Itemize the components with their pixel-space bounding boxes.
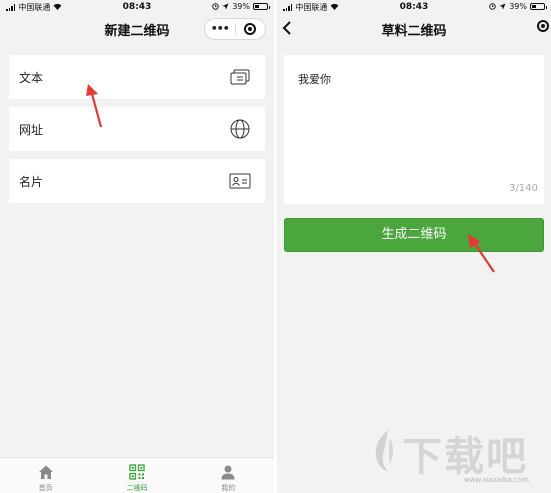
tab-me[interactable]: 我的	[183, 458, 274, 493]
tab-qrcode[interactable]: 二维码	[91, 458, 182, 493]
target-icon[interactable]	[537, 20, 549, 32]
location-icon	[222, 3, 229, 10]
red-arrow-annotation	[86, 84, 103, 128]
tab-bar: 首页 二维码 我的	[0, 457, 274, 493]
tab-label: 我的	[221, 484, 236, 492]
battery-percent: 39%	[232, 2, 250, 11]
globe-icon	[230, 119, 250, 139]
close-button[interactable]	[236, 23, 266, 35]
text-editor[interactable]: 我爱你 3/140	[284, 55, 544, 204]
list-item-label: 网址	[19, 123, 44, 137]
id-card-icon	[229, 173, 251, 189]
watermark: 下载吧 www.xiazaiba.com	[366, 420, 551, 493]
person-icon	[221, 465, 235, 480]
text-cards-icon	[230, 69, 250, 85]
alarm-icon	[212, 3, 219, 10]
tab-label: 首页	[38, 484, 53, 492]
home-icon	[38, 465, 53, 479]
page-title: 草料二维码	[381, 24, 447, 39]
char-counter: 3/140	[509, 183, 538, 194]
battery-percent: 39%	[509, 2, 527, 11]
red-arrow-annotation	[468, 234, 495, 273]
more-dots-icon[interactable]: •••	[205, 19, 235, 39]
nav-bar: 草料二维码	[277, 14, 551, 44]
list-item-label: 名片	[19, 175, 44, 189]
qrcode-icon	[129, 464, 145, 480]
tab-home[interactable]: 首页	[0, 458, 91, 493]
list-item-card[interactable]: 名片	[9, 159, 265, 203]
battery-fill	[532, 5, 537, 8]
target-icon	[244, 23, 257, 35]
editor-content[interactable]: 我爱你	[298, 71, 331, 87]
status-bar: 中国联通 08:43 39%	[0, 0, 274, 14]
battery-icon	[253, 3, 270, 10]
list-item-text[interactable]: 文本	[9, 55, 265, 99]
nav-bar: 新建二维码 •••	[0, 14, 274, 44]
list-item-url[interactable]: 网址	[9, 107, 265, 151]
status-bar: 中国联通 08:43 39%	[277, 0, 551, 14]
alarm-icon	[489, 3, 496, 10]
location-icon	[499, 3, 506, 10]
status-right: 39%	[212, 2, 270, 11]
tab-label: 二维码	[126, 484, 148, 492]
xiazaiba-logo-icon	[375, 430, 393, 472]
watermark-text: 下载吧	[402, 434, 528, 480]
battery-fill	[255, 5, 260, 8]
list-item-label: 文本	[19, 71, 44, 85]
generate-qrcode-button[interactable]: 生成二维码	[284, 218, 544, 252]
new-qrcode-screen: 中国联通 08:43 39% 新建二维码 ••• 文本 网址 名片 首页 二维码…	[0, 0, 274, 493]
battery-icon	[530, 3, 547, 10]
watermark-url: www.xiazaiba.com	[464, 476, 529, 484]
mini-program-capsule: •••	[204, 18, 266, 40]
status-right: 39%	[489, 2, 547, 11]
